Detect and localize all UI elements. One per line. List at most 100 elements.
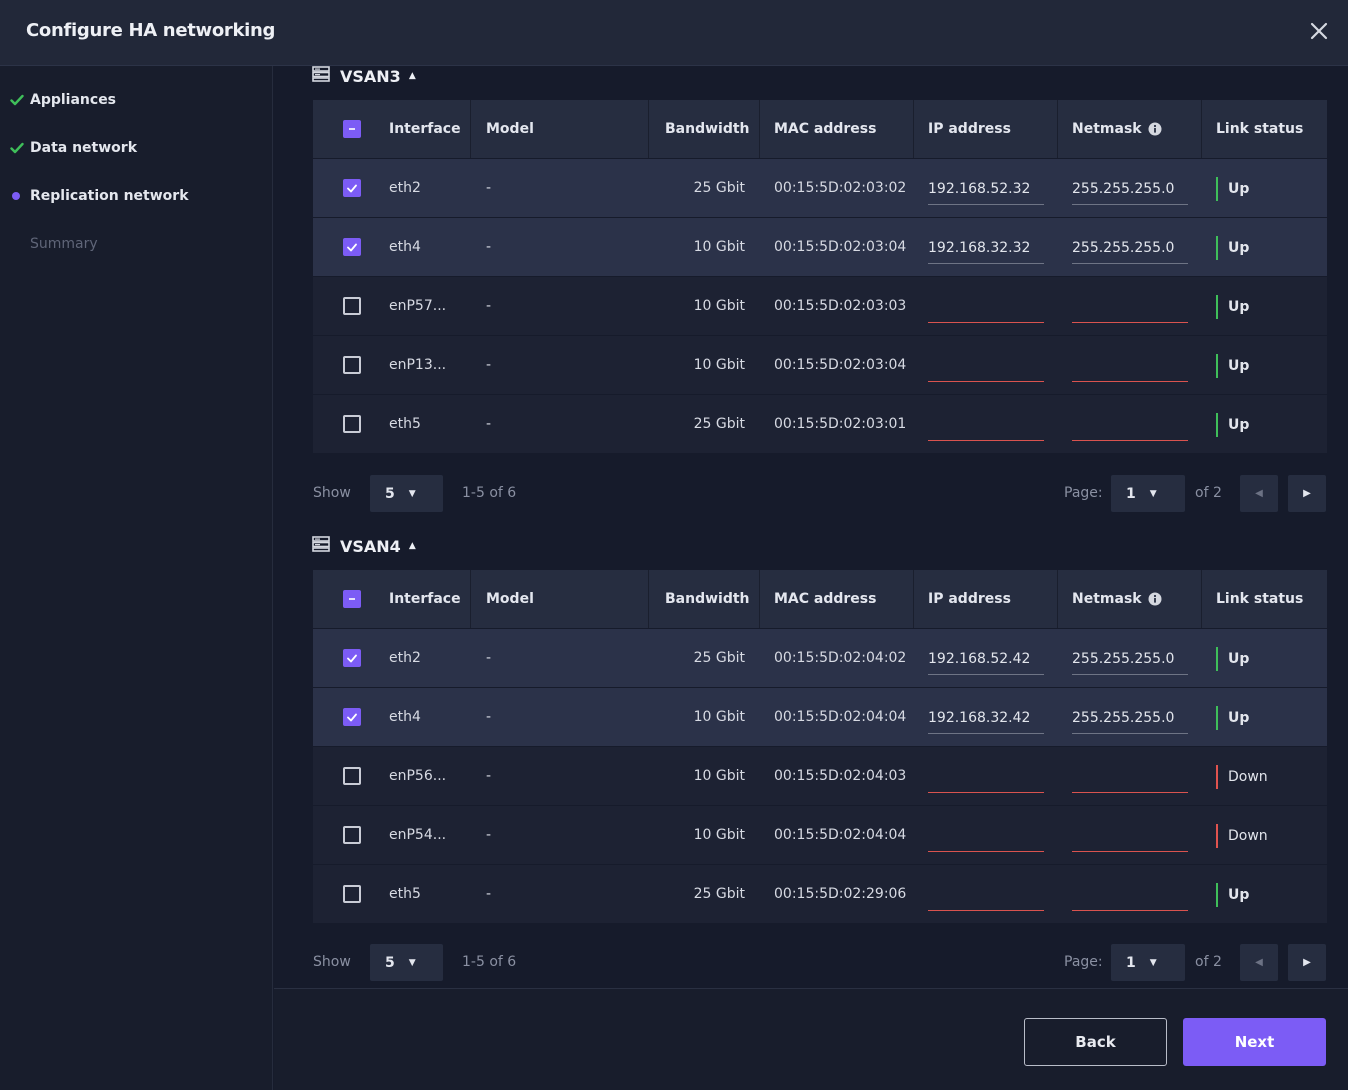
table-row[interactable]: enP57... - 10 Gbit 00:15:5D:02:03:03 Up [313, 276, 1327, 335]
select-all-checkbox[interactable] [343, 120, 361, 138]
ip-address-input[interactable] [928, 409, 1044, 441]
next-page-button[interactable]: ▶ [1288, 475, 1326, 512]
column-header-mac[interactable]: MAC address [774, 570, 876, 628]
step-label: Summary [30, 236, 98, 252]
info-icon[interactable] [1148, 122, 1162, 136]
table-body: eth2 - 25 Gbit 00:15:5D:02:03:02 192.168.52.… [313, 158, 1327, 453]
table-row[interactable]: eth4 - 10 Gbit 00:15:5D:02:04:04 192.168.32.… [313, 687, 1327, 746]
column-header-netmask[interactable]: Netmask [1072, 100, 1162, 158]
close-icon[interactable] [1308, 20, 1330, 42]
select-all-checkbox[interactable] [343, 590, 361, 608]
column-header-ip[interactable]: IP address [928, 100, 1011, 158]
table-row[interactable]: eth5 - 25 Gbit 00:15:5D:02:03:01 Up [313, 394, 1327, 453]
netmask-input[interactable] [1072, 761, 1188, 793]
column-header-bandwidth[interactable]: Bandwidth [665, 570, 750, 628]
caret-down-icon: ▼ [408, 488, 416, 499]
column-header-mac[interactable]: MAC address [774, 100, 876, 158]
wizard-steps: Appliances Data network Replication netw… [0, 66, 273, 1090]
next-page-button[interactable]: ▶ [1288, 944, 1326, 981]
page-label: Page: [1064, 485, 1103, 501]
column-header-ip[interactable]: IP address [928, 570, 1011, 628]
ip-address-input[interactable] [928, 350, 1044, 382]
ip-address-input[interactable] [928, 761, 1044, 793]
table-row[interactable]: enP13... - 10 Gbit 00:15:5D:02:03:04 Up [313, 335, 1327, 394]
column-header-netmask[interactable]: Netmask [1072, 570, 1162, 628]
next-page-icon: ▶ [1303, 957, 1311, 968]
next-button[interactable]: Next [1183, 1018, 1326, 1066]
netmask-input[interactable] [1072, 879, 1188, 911]
netmask-input[interactable]: 255.255.255.0 [1072, 702, 1188, 734]
netmask-input[interactable]: 255.255.255.0 [1072, 173, 1188, 205]
column-header-model[interactable]: Model [486, 570, 534, 628]
table-body: eth2 - 25 Gbit 00:15:5D:02:04:02 192.168.52.… [313, 628, 1327, 923]
row-checkbox[interactable] [343, 649, 361, 667]
row-checkbox[interactable] [343, 885, 361, 903]
ip-address-input[interactable]: 192.168.32.32 [928, 232, 1044, 264]
page-select[interactable]: 1 ▼ [1111, 944, 1185, 981]
column-header-link-status[interactable]: Link status [1216, 100, 1303, 158]
table-row[interactable]: enP54... - 10 Gbit 00:15:5D:02:04:04 Down [313, 805, 1327, 864]
page-size-select[interactable]: 5 ▼ [370, 475, 443, 512]
model-cell: - [486, 650, 492, 666]
model-cell: - [486, 827, 492, 843]
step-data-network[interactable]: Data network [10, 137, 137, 159]
netmask-input[interactable] [1072, 820, 1188, 852]
section-toggle-vsan3[interactable]: VSAN3 ▲ [312, 64, 416, 88]
interface-cell: enP13... [389, 357, 447, 373]
page-size-select[interactable]: 5 ▼ [370, 944, 443, 981]
ip-address-input[interactable]: 192.168.52.42 [928, 643, 1044, 675]
column-header-bandwidth[interactable]: Bandwidth [665, 100, 750, 158]
bandwidth-cell: 10 Gbit [693, 357, 745, 373]
row-checkbox[interactable] [343, 826, 361, 844]
netmask-input[interactable]: 255.255.255.0 [1072, 232, 1188, 264]
model-cell: - [486, 886, 492, 902]
info-icon[interactable] [1148, 592, 1162, 606]
row-checkbox[interactable] [343, 179, 361, 197]
table-row[interactable]: eth2 - 25 Gbit 00:15:5D:02:04:02 192.168.52.… [313, 628, 1327, 687]
row-checkbox[interactable] [343, 767, 361, 785]
row-checkbox[interactable] [343, 297, 361, 315]
model-cell: - [486, 709, 492, 725]
row-checkbox[interactable] [343, 238, 361, 256]
ip-address-input[interactable] [928, 291, 1044, 323]
table-row[interactable]: enP56... - 10 Gbit 00:15:5D:02:04:03 Down [313, 746, 1327, 805]
column-header-interface[interactable]: Interface [389, 100, 461, 158]
step-appliances[interactable]: Appliances [10, 89, 116, 111]
section-title: VSAN4 [340, 536, 401, 556]
ip-address-input[interactable] [928, 820, 1044, 852]
prev-page-button[interactable]: ◀ [1240, 475, 1278, 512]
netmask-input[interactable] [1072, 409, 1188, 441]
bandwidth-cell: 10 Gbit [693, 239, 745, 255]
step-replication-network[interactable]: Replication network [10, 185, 189, 207]
row-checkbox[interactable] [343, 356, 361, 374]
section-toggle-vsan4[interactable]: VSAN4 ▲ [312, 534, 416, 558]
table-row[interactable]: eth4 - 10 Gbit 00:15:5D:02:03:04 192.168.32.… [313, 217, 1327, 276]
ip-address-input[interactable]: 192.168.32.42 [928, 702, 1044, 734]
pagination-vsan4: Show 5 ▼ 1-5 of 6 Page: 1 ▼ of 2 ◀ ▶ [313, 944, 1327, 982]
server-icon [312, 536, 330, 556]
column-header-model[interactable]: Model [486, 100, 534, 158]
netmask-input[interactable] [1072, 350, 1188, 382]
back-button[interactable]: Back [1024, 1018, 1167, 1066]
ip-address-input[interactable]: 192.168.52.32 [928, 173, 1044, 205]
column-header-interface[interactable]: Interface [389, 570, 461, 628]
netmask-input[interactable]: 255.255.255.0 [1072, 643, 1188, 675]
mac-cell: 00:15:5D:02:04:02 [774, 650, 907, 666]
table-row[interactable]: eth2 - 25 Gbit 00:15:5D:02:03:02 192.168.52.… [313, 158, 1327, 217]
interface-cell: eth4 [389, 239, 421, 255]
table-row[interactable]: eth5 - 25 Gbit 00:15:5D:02:29:06 Up [313, 864, 1327, 923]
netmask-input[interactable] [1072, 291, 1188, 323]
link-status: Up [1216, 413, 1249, 437]
check-icon [10, 94, 30, 106]
prev-page-button[interactable]: ◀ [1240, 944, 1278, 981]
prev-page-icon: ◀ [1255, 488, 1263, 499]
page-select[interactable]: 1 ▼ [1111, 475, 1185, 512]
column-header-link-status[interactable]: Link status [1216, 570, 1303, 628]
link-status: Up [1216, 647, 1249, 671]
mac-cell: 00:15:5D:02:04:04 [774, 709, 907, 725]
model-cell: - [486, 298, 492, 314]
show-label: Show [313, 954, 351, 970]
ip-address-input[interactable] [928, 879, 1044, 911]
row-checkbox[interactable] [343, 708, 361, 726]
row-checkbox[interactable] [343, 415, 361, 433]
